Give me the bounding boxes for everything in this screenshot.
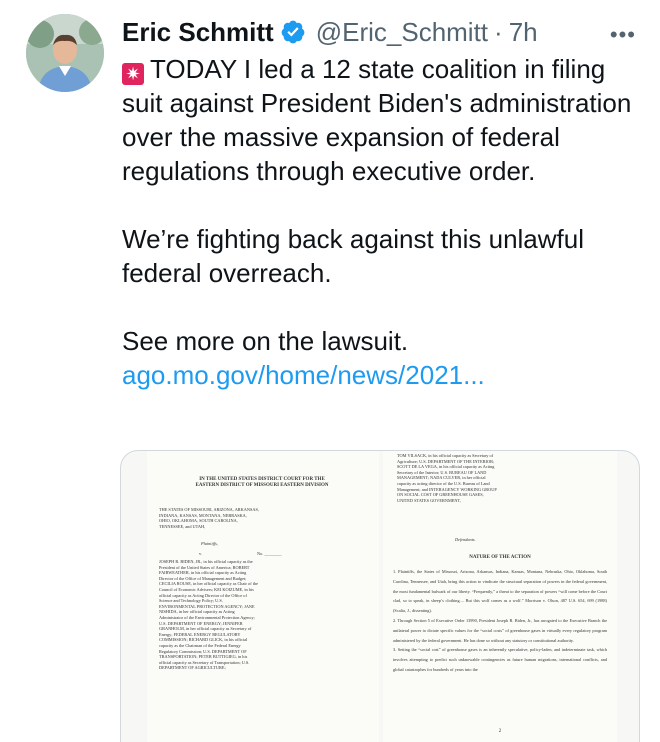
nature-paragraph-3: 3. Setting the “social cost” of greenhou… (393, 647, 607, 672)
verified-badge-icon (281, 20, 305, 44)
nature-paragraph-1: 1. Plaintiffs, the States of Missouri, A… (393, 569, 607, 614)
nature-of-action-body: 1. Plaintiffs, the States of Missouri, A… (393, 567, 607, 675)
defendants-list-right: TOM VILSACK, in his official capacity as… (397, 453, 497, 503)
nature-of-action-title: NATURE OF THE ACTION (469, 555, 531, 560)
separator-dot: · (494, 16, 503, 47)
court-title: IN THE UNITED STATES DISTRICT COURT FOR … (195, 477, 329, 488)
tweet-paragraph-3: See more on the lawsuit. (122, 326, 409, 356)
tweet[interactable]: Eric Schmitt @Eric_Schmitt · 7h ••• ✷ TOD… (0, 0, 660, 742)
tweet-paragraph-2: We’re fighting back against this unlawfu… (122, 224, 584, 288)
case-number-label: No. ________ (257, 551, 282, 556)
plaintiffs-list: THE STATES OF MISSOURI, ARIZONA, ARKANSA… (159, 507, 259, 529)
document-page-right: TOM VILSACK, in his official capacity as… (383, 451, 617, 742)
tweet-header: Eric Schmitt @Eric_Schmitt · 7h ••• (122, 12, 640, 52)
plaintiffs-label: Plaintiffs, (201, 541, 218, 546)
defendants-list-left: JOSEPH R. BIDEN, JR., in his official ca… (159, 559, 258, 671)
versus-label: v. (199, 551, 202, 556)
defendants-label: Defendants. (455, 537, 476, 542)
tweet-timestamp[interactable]: 7h (509, 17, 538, 48)
avatar[interactable] (26, 14, 104, 92)
document-page-left: IN THE UNITED STATES DISTRICT COURT FOR … (147, 451, 379, 742)
author-handle[interactable]: @Eric_Schmitt (316, 17, 488, 48)
tweet-text: ✷ TODAY I led a 12 state coalition in fil… (122, 52, 642, 392)
tweet-paragraph-1-text: TODAY I led a 12 state coalition in fili… (122, 54, 632, 186)
police-light-icon: ✷ (122, 63, 144, 85)
avatar-image (26, 14, 104, 92)
news-link[interactable]: ago.mo.gov/home/news/2021... (122, 358, 642, 392)
tweet-paragraph-1: ✷ TODAY I led a 12 state coalition in fil… (122, 52, 642, 188)
more-options-icon[interactable]: ••• (610, 22, 636, 48)
author-name[interactable]: Eric Schmitt (122, 17, 274, 48)
attached-image[interactable]: IN THE UNITED STATES DISTRICT COURT FOR … (120, 450, 640, 742)
nature-paragraph-2: 2. Through Section 5 of Executive Order … (393, 617, 607, 643)
page-number: 2 (498, 729, 502, 734)
